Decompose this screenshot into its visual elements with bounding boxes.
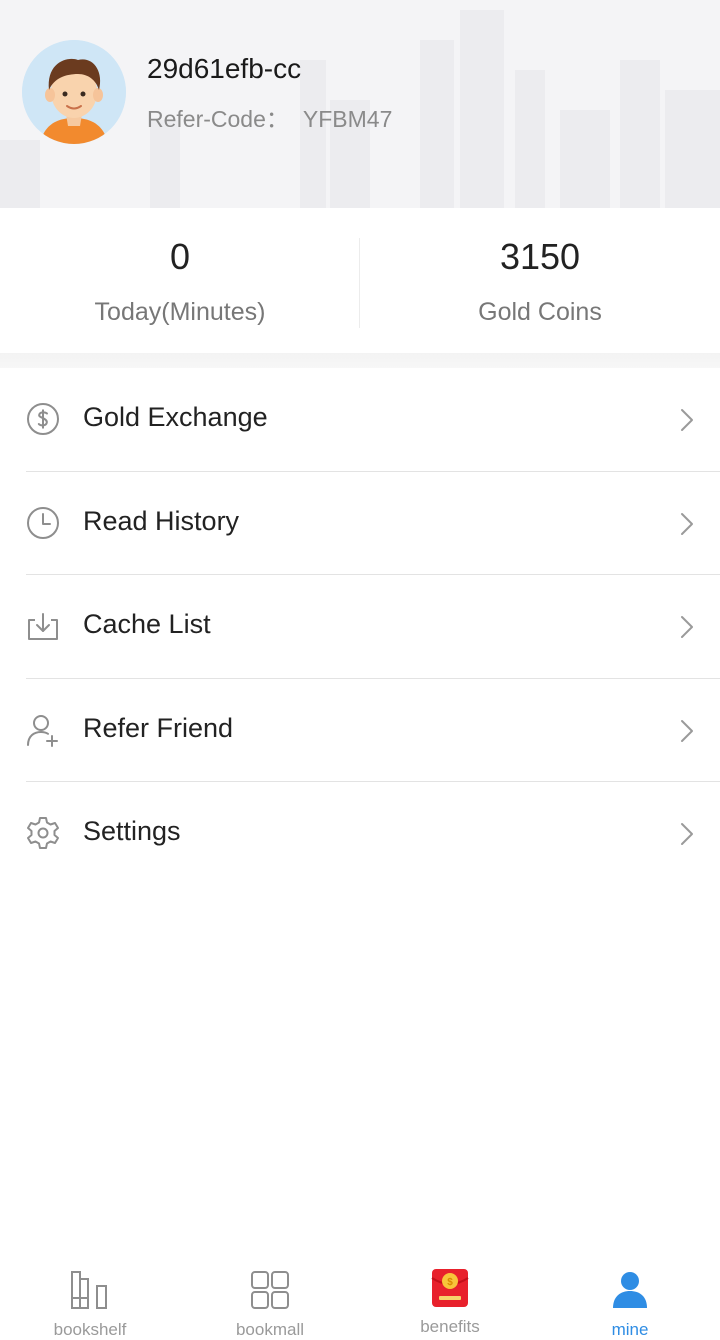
menu-item-cache-list[interactable]: Cache List — [0, 575, 720, 679]
gold-coins-stat[interactable]: 3150 Gold Coins — [360, 208, 720, 353]
username: 29d61efb-cc — [147, 53, 302, 84]
grid-icon — [251, 1271, 289, 1309]
menu-label-settings: Settings — [83, 816, 181, 846]
tab-label-bookshelf: bookshelf — [53, 1320, 127, 1339]
svg-text:$: $ — [447, 1277, 453, 1288]
tab-mine[interactable]: mine — [540, 1250, 720, 1340]
menu-item-read-history[interactable]: Read History — [0, 472, 720, 575]
stats-panel: 0 Today(Minutes) 3150 Gold Coins — [0, 208, 720, 353]
menu-label-gold-exchange: Gold Exchange — [83, 402, 268, 432]
today-minutes-stat[interactable]: 0 Today(Minutes) — [0, 208, 360, 353]
chevron-right-icon — [681, 512, 693, 535]
clock-icon — [27, 506, 59, 539]
menu-item-refer-friend[interactable]: Refer Friend — [0, 679, 720, 782]
bookshelf-icon — [71, 1271, 107, 1309]
gold-coins-value: 3150 — [499, 236, 581, 277]
chevron-right-icon — [681, 823, 693, 845]
gear-icon — [27, 817, 59, 849]
gold-coins-label: Gold Coins — [478, 298, 602, 326]
refer-code-row: Refer-Code： YFBM47 — [147, 100, 392, 134]
menu-item-gold-exchange[interactable]: Gold Exchange — [0, 368, 720, 472]
boy-avatar-icon — [22, 40, 126, 144]
download-tray-icon — [28, 613, 58, 640]
chevron-right-icon — [681, 616, 693, 638]
chevron-right-icon — [681, 719, 693, 742]
add-user-icon — [27, 714, 58, 747]
chevron-right-icon — [681, 409, 693, 431]
refer-code-value: YFBM47 — [302, 106, 393, 132]
tab-label-mine: mine — [611, 1320, 649, 1339]
bottom-tab-bar: bookshelf bookmall $ benefits mine — [0, 1250, 720, 1340]
tab-label-bookmall: bookmall — [235, 1320, 305, 1339]
menu-label-read-history: Read History — [83, 505, 240, 536]
menu-label-cache-list: Cache List — [83, 609, 211, 639]
settings-menu: Gold Exchange Read History Cache List Re… — [0, 368, 720, 886]
today-minutes-label: Today(Minutes) — [94, 298, 266, 326]
avatar[interactable] — [22, 40, 126, 144]
refer-code-label: Refer-Code： — [147, 106, 289, 132]
tab-bookshelf[interactable]: bookshelf — [0, 1250, 180, 1340]
profile-header: 29d61efb-cc Refer-Code： YFBM47 — [0, 0, 720, 208]
section-gap — [0, 353, 720, 368]
person-icon — [613, 1272, 647, 1308]
menu-item-settings[interactable]: Settings — [0, 782, 720, 886]
dollar-coin-icon — [27, 403, 59, 435]
tab-label-benefits: benefits — [420, 1317, 480, 1336]
menu-label-refer-friend: Refer Friend — [83, 712, 234, 743]
tab-bookmall[interactable]: bookmall — [180, 1250, 360, 1340]
red-envelope-icon: $ — [431, 1269, 469, 1307]
tab-benefits[interactable]: $ benefits — [360, 1250, 540, 1340]
today-minutes-value: 0 — [169, 236, 191, 277]
